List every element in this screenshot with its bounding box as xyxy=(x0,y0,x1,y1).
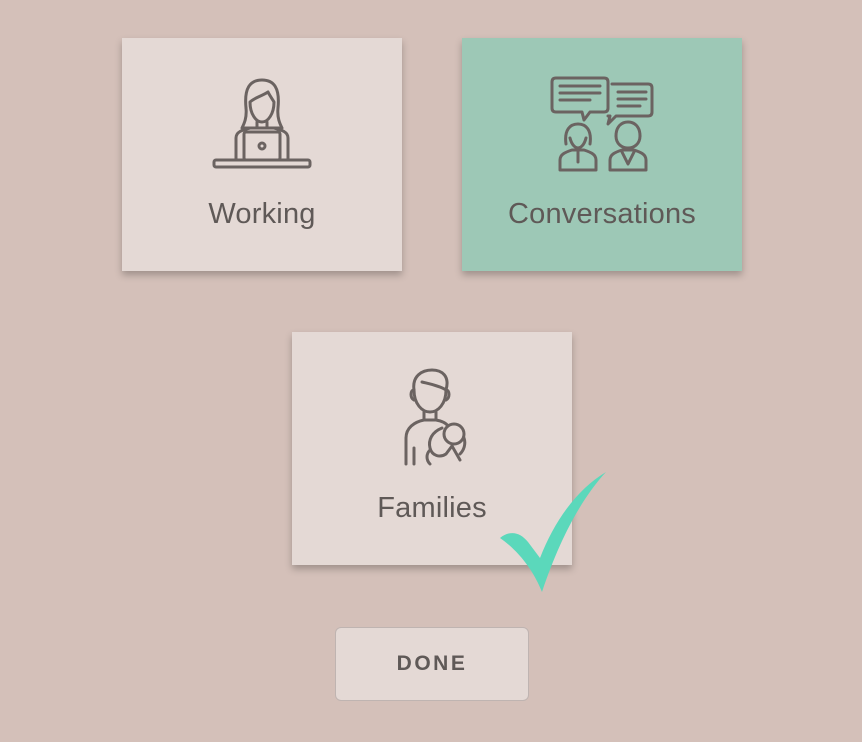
card-conversations-label: Conversations xyxy=(508,198,696,230)
card-working-label: Working xyxy=(208,198,316,230)
card-conversations[interactable]: Conversations xyxy=(462,38,742,271)
card-families[interactable]: Families xyxy=(292,332,572,565)
card-working[interactable]: Working xyxy=(122,38,402,271)
done-button[interactable]: DONE xyxy=(335,627,529,701)
two-people-speech-bubbles-icon xyxy=(462,74,742,174)
parent-holding-baby-icon xyxy=(292,368,572,468)
card-families-label: Families xyxy=(377,492,487,524)
person-at-laptop-icon xyxy=(122,74,402,174)
